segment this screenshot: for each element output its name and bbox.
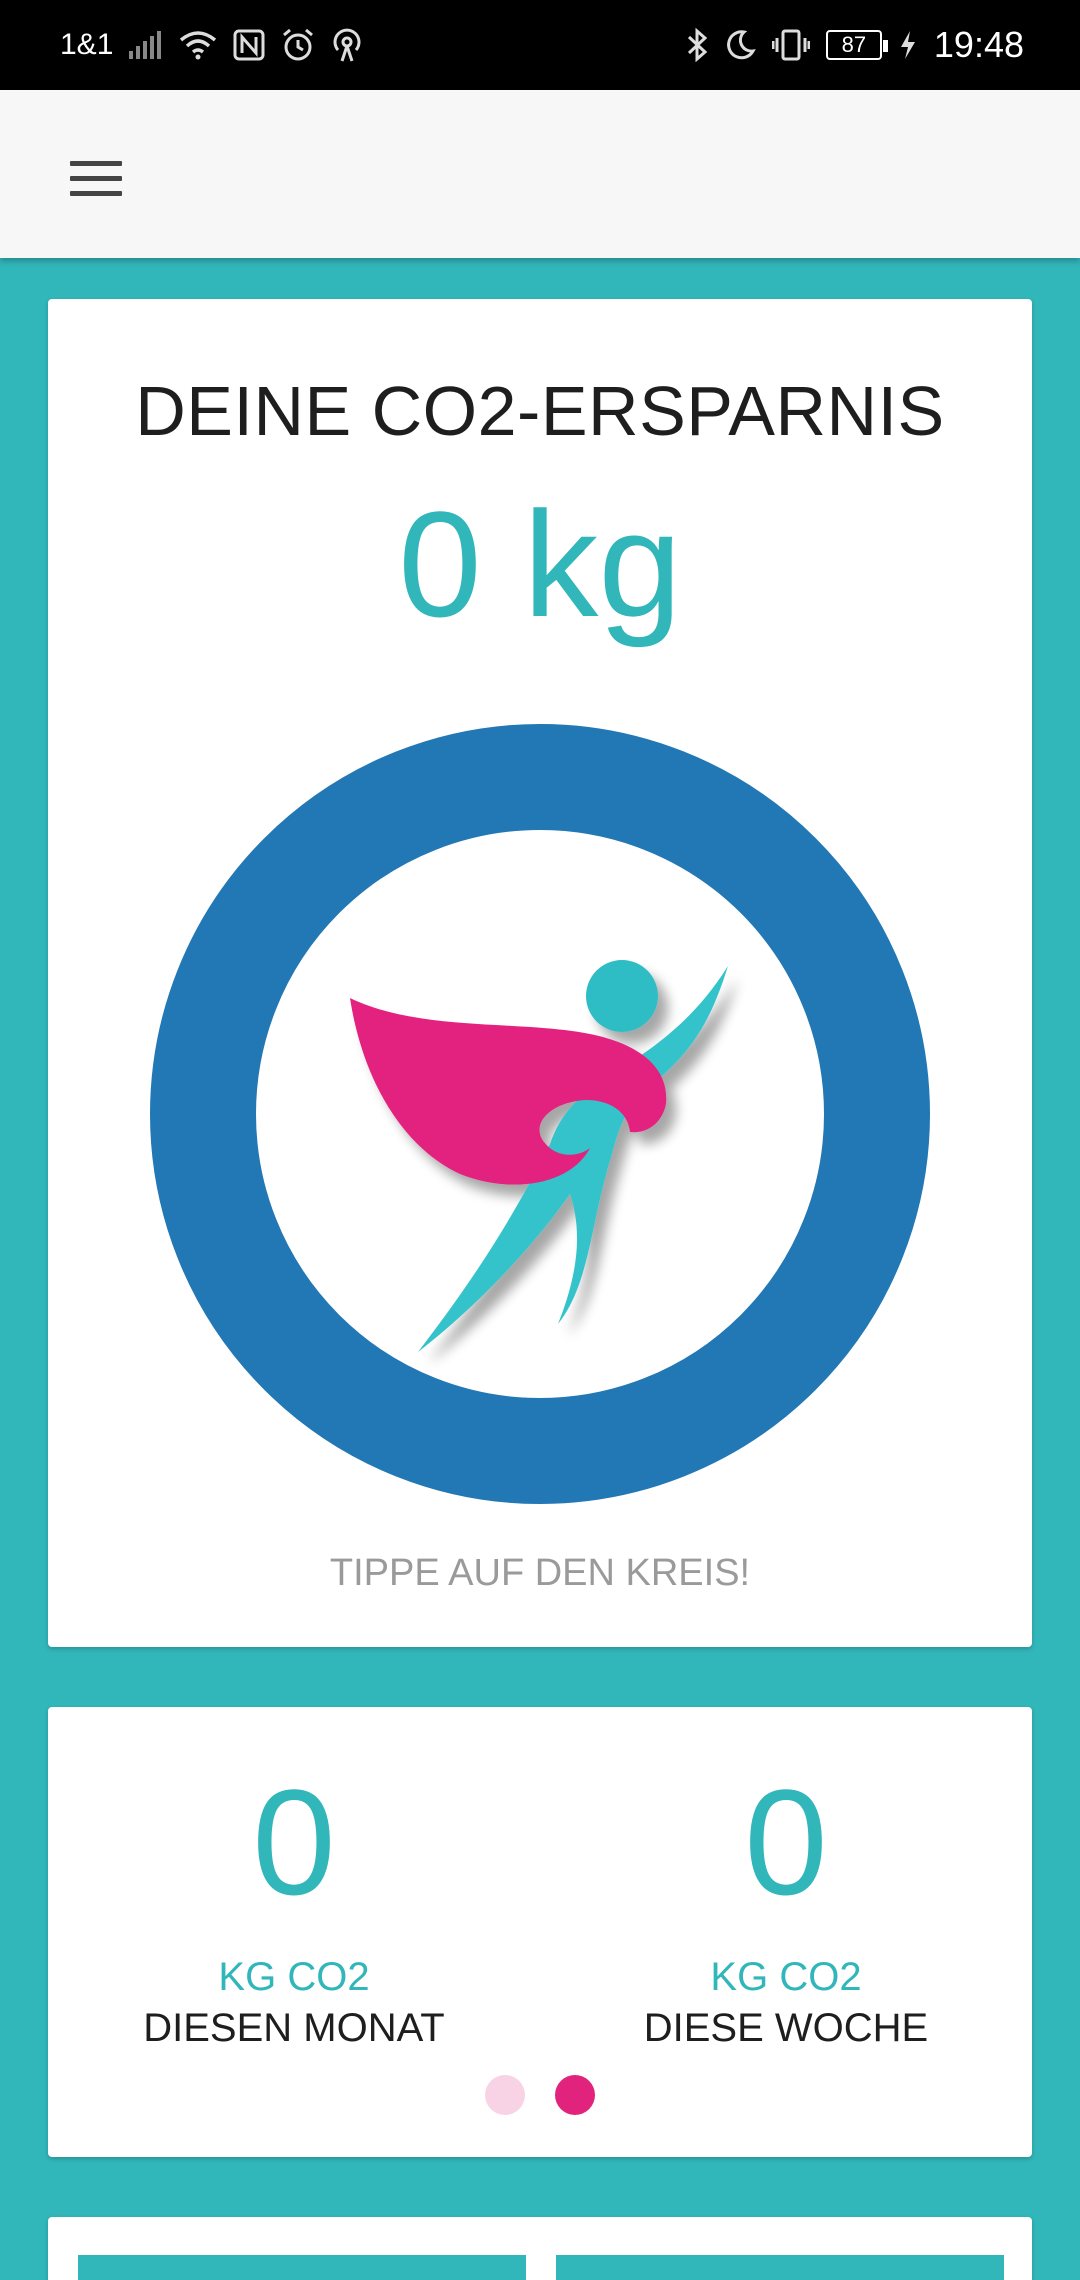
tap-hint: TIPPE AUF DEN KREIS! bbox=[329, 1552, 751, 1594]
action-button-left[interactable] bbox=[78, 2255, 526, 2280]
status-bar: 1&1 87 19:48 bbox=[0, 0, 1080, 90]
status-bar-left: 1&1 bbox=[60, 28, 363, 62]
week-value: 0 bbox=[744, 1758, 828, 1926]
page-dot-2[interactable] bbox=[555, 2075, 595, 2115]
hamburger-menu-icon bbox=[70, 161, 122, 196]
progress-ring bbox=[150, 724, 930, 1504]
page-dot-1[interactable] bbox=[485, 2075, 525, 2115]
nfc-icon bbox=[233, 29, 265, 61]
month-unit: KG CO2 bbox=[218, 1955, 370, 1999]
action-button-right[interactable] bbox=[556, 2255, 1004, 2280]
clock: 19:48 bbox=[933, 24, 1024, 65]
month-value: 0 bbox=[252, 1758, 336, 1926]
signal-icon bbox=[129, 31, 163, 59]
hotspot-icon bbox=[331, 28, 363, 62]
page-indicator bbox=[48, 2075, 1032, 2115]
bluetooth-icon bbox=[686, 28, 708, 62]
battery-indicator: 87 bbox=[825, 30, 888, 60]
app-bar bbox=[0, 90, 1080, 258]
stats-card[interactable]: 0 KG CO2 DIESEN MONAT 0 KG CO2 DIESE WOC… bbox=[48, 1707, 1032, 2157]
savings-circle-button[interactable] bbox=[150, 724, 930, 1504]
stat-month: 0 KG CO2 DIESEN MONAT bbox=[48, 1767, 540, 2051]
superhero-logo-icon bbox=[350, 960, 728, 1352]
savings-title: DEINE CO2-ERSPARNIS bbox=[135, 372, 945, 450]
co2-savings-card: DEINE CO2-ERSPARNIS 0 kg TIPPE AUF DEN K… bbox=[48, 299, 1032, 1647]
alarm-icon bbox=[281, 28, 315, 62]
carrier-label: 1&1 bbox=[60, 28, 114, 61]
charging-icon bbox=[898, 30, 918, 60]
menu-button[interactable] bbox=[58, 140, 134, 216]
actions-card bbox=[48, 2217, 1032, 2280]
week-label: DIESE WOCHE bbox=[643, 2006, 929, 2050]
stat-week: 0 KG CO2 DIESE WOCHE bbox=[540, 1767, 1032, 2051]
status-bar-right: 87 19:48 bbox=[686, 24, 1024, 66]
savings-amount: 0 kg bbox=[398, 480, 682, 648]
battery-level: 87 bbox=[841, 32, 867, 57]
wifi-icon bbox=[179, 30, 217, 60]
week-unit: KG CO2 bbox=[710, 1955, 862, 1999]
vibrate-icon bbox=[771, 29, 810, 61]
month-label: DIESEN MONAT bbox=[143, 2006, 445, 2050]
moon-icon bbox=[724, 29, 756, 61]
